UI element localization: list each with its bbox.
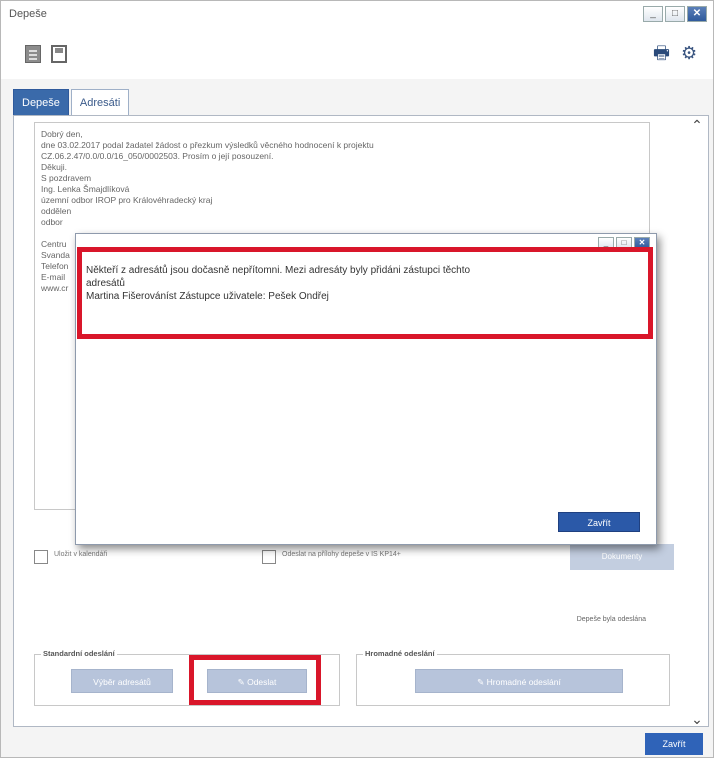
message-line: Dobrý den,	[41, 129, 83, 139]
select-recipients-button[interactable]: Výběr adresátů	[71, 669, 173, 693]
message-line: S pozdravem	[41, 173, 92, 183]
minimize-button[interactable]: _	[643, 6, 663, 22]
dialog-message-highlight	[77, 247, 653, 339]
calendar-checkbox-label: Uložit v kalendáři	[54, 551, 108, 558]
bulk-sending-legend: Hromadné odeslání	[363, 649, 437, 658]
documents-button[interactable]: Dokumenty	[570, 544, 674, 570]
window-title: Depeše	[9, 8, 47, 20]
message-line: Děkuji.	[41, 162, 67, 172]
toolbar: 🖶 ⚙	[1, 29, 713, 79]
close-window-button[interactable]: ✕	[687, 6, 707, 22]
message-line: CZ.06.2.47/0.0/0.0/16_050/0002503. Prosí…	[41, 151, 274, 161]
bulk-send-button[interactable]: ✎ Hromadné odeslání	[415, 669, 623, 693]
attachments-checkbox-label: Odeslat na přílohy depeše v IS KP14+	[282, 551, 401, 558]
chevron-up-icon[interactable]: ⌃	[688, 116, 706, 134]
bulk-send-button-label: Hromadné odeslání	[486, 677, 561, 687]
attachments-checkbox[interactable]	[262, 550, 276, 564]
depese-window: Depeše _ □ ✕ 🖶 ⚙ Depeše Adresáti Dobrý d…	[0, 0, 714, 758]
tab-depese[interactable]: Depeše	[13, 89, 69, 115]
vertical-scrollbar[interactable]: ⌃ ⌄	[688, 116, 706, 728]
message-line: dne 03.02.2017 podal žadatel žádost o př…	[41, 140, 374, 150]
maximize-button[interactable]: □	[665, 6, 685, 22]
bulk-sending-group: Hromadné odeslání ✎ Hromadné odeslání	[356, 649, 670, 706]
chevron-down-icon[interactable]: ⌄	[688, 710, 706, 728]
window-controls: _ □ ✕	[643, 6, 707, 22]
close-button[interactable]: Zavřít	[645, 733, 703, 755]
message-line: Ing. Lenka Šmajdlíková	[41, 184, 130, 194]
sent-status-text: Depeše byla odeslána	[576, 616, 646, 623]
message-line: územní odbor IROP pro Královéhradecký kr…	[41, 195, 213, 205]
dialog-close-button[interactable]: Zavřít	[558, 512, 640, 532]
tab-adresati[interactable]: Adresáti	[70, 89, 130, 115]
save-icon[interactable]	[51, 45, 67, 63]
printer-icon[interactable]: 🖶	[653, 44, 673, 62]
title-bar: Depeše _ □ ✕	[1, 1, 713, 29]
tab-bar: Depeše Adresáti	[13, 89, 131, 115]
calendar-checkbox[interactable]	[34, 550, 48, 564]
message-line: oddělen	[41, 206, 72, 216]
options-row: Uložit v kalendáři Odeslat na přílohy de…	[34, 544, 674, 574]
send-button-highlight	[189, 655, 321, 705]
standard-sending-legend: Standardní odeslání	[41, 649, 117, 658]
document-icon[interactable]	[25, 45, 41, 63]
message-line: odbor	[41, 217, 63, 227]
gear-icon[interactable]: ⚙	[681, 43, 701, 63]
